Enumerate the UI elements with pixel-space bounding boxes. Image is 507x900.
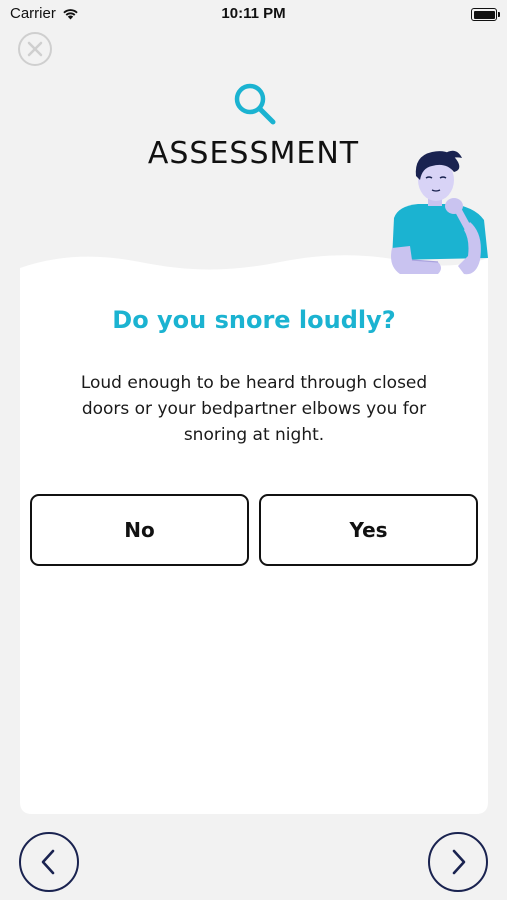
next-button[interactable]	[428, 832, 488, 892]
close-icon	[27, 41, 43, 57]
chevron-left-icon	[41, 849, 55, 875]
battery-icon	[471, 8, 500, 21]
status-bar: Carrier 10:11 PM	[0, 0, 507, 30]
clock: 10:11 PM	[221, 5, 286, 22]
previous-button[interactable]	[19, 832, 79, 892]
question-title: Do you snore loudly?	[112, 306, 396, 334]
question-description: Loud enough to be heard through closed d…	[80, 373, 428, 445]
yes-button[interactable]: Yes	[259, 494, 478, 566]
chevron-right-icon	[452, 849, 466, 875]
search-icon	[234, 83, 276, 125]
close-button[interactable]	[18, 32, 52, 66]
no-button[interactable]: No	[30, 494, 249, 566]
thinking-man-illustration	[391, 150, 488, 275]
